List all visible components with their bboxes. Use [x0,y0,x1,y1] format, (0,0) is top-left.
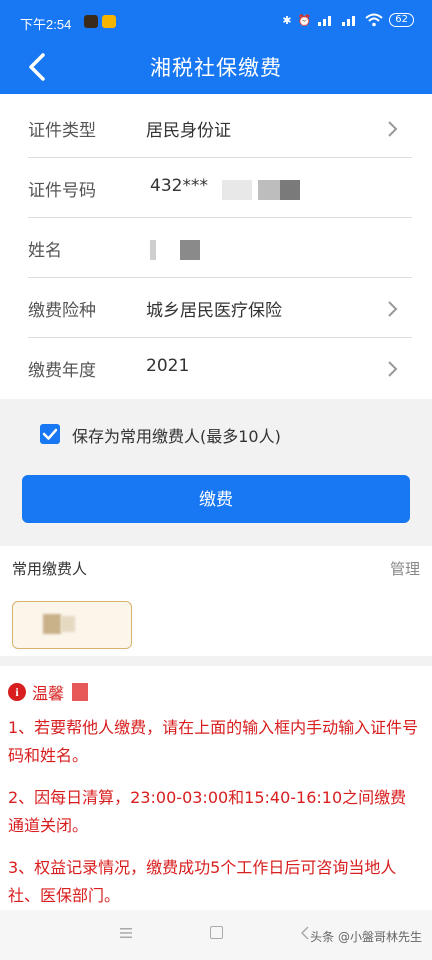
chevron-right-icon [388,121,398,137]
redacted-block [258,180,280,200]
bluetooth-icon: ✱ [282,13,292,27]
menu-icon[interactable] [120,928,132,938]
tips-title: 温馨 [32,684,65,703]
payer-chip[interactable] [12,601,132,649]
alarm-icon: ⏰ [297,13,312,27]
redacted-block [72,683,89,701]
save-payer-label[interactable]: 保存为常用缴费人(最多10人) [72,423,281,447]
id-number-label: 证件号码 [28,181,96,201]
pay-button[interactable]: 缴费 [22,475,410,523]
checkmark-icon [42,428,58,440]
insurance-row[interactable]: 缴费险种 城乡居民医疗保险 [0,278,432,338]
signal-icon-2 [342,16,356,26]
status-icons: ✱ ⏰ 62 [282,13,414,27]
status-bar: 下午2:54 ✱ ⏰ 62 [0,0,432,40]
battery-icon: 62 [389,13,414,27]
wifi-icon [365,13,383,27]
common-payers-section: 常用缴费人 管理 [0,546,432,656]
id-number-input[interactable]: 432*** [150,176,208,196]
id-type-label: 证件类型 [28,121,96,141]
app-badge-icon [84,15,98,28]
tip-item: 2、因每日清算，23:00-03:00和15:40-16:10之间缴费通道关闭。 [8,788,407,835]
page-title: 湘税社保缴费 [150,56,282,80]
payment-form: 证件类型 居民身份证 证件号码 432*** 姓名 缴费险种 城乡居民医疗保险 … [0,94,432,399]
app-badge-icon [102,15,116,28]
year-value: 2021 [146,356,190,376]
insurance-label: 缴费险种 [28,301,96,321]
common-payers-title: 常用缴费人 [12,560,88,578]
watermark: 头条 @小盤哥林先生 [310,930,422,944]
system-nav-bar: 头条 @小盤哥林先生 [0,910,432,960]
name-row[interactable]: 姓名 [0,218,432,278]
tip-item: 3、权益记录情况，缴费成功5个工作日后可咨询当地人社、医保部门。 [8,858,397,905]
save-payer-checkbox[interactable] [40,424,60,444]
chevron-right-icon [388,301,398,317]
info-icon: i [8,683,26,701]
nav-bar: 湘税社保缴费 [0,40,432,94]
app-header: 下午2:54 ✱ ⏰ 62 湘税社保缴费 [0,0,432,94]
manage-button[interactable]: 管理 [390,558,420,579]
tip-item: 1、若要帮他人缴费，请在上面的输入框内手动输入证件号码和姓名。 [8,718,419,765]
signal-icon [318,16,332,26]
redacted-block [61,616,75,632]
tips-section: i 温馨 1、若要帮他人缴费，请在上面的输入框内手动输入证件号码和姓名。 2、因… [0,666,432,910]
redacted-block [180,240,200,260]
chevron-right-icon [388,361,398,377]
id-number-row[interactable]: 证件号码 432*** [0,158,432,218]
year-row[interactable]: 缴费年度 2021 [0,338,432,398]
redacted-block [280,180,300,200]
redacted-block [222,180,252,200]
year-label: 缴费年度 [28,361,96,381]
name-label: 姓名 [28,241,62,261]
redacted-block [43,614,61,634]
status-time: 下午2:54 [20,17,72,32]
insurance-value: 城乡居民医疗保险 [146,301,282,321]
redacted-block [150,240,156,260]
tips-header: i 温馨 [8,680,89,704]
home-icon[interactable] [210,926,223,939]
id-type-value: 居民身份证 [146,121,231,141]
id-type-row[interactable]: 证件类型 居民身份证 [0,98,432,158]
back-nav-icon[interactable] [300,926,310,940]
